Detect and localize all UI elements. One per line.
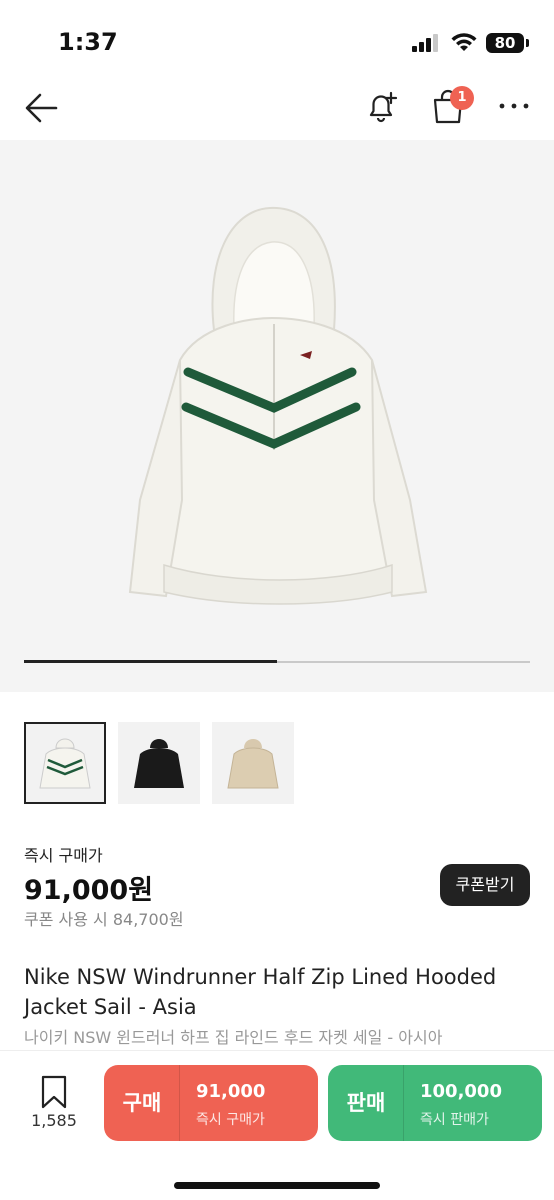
product-title-korean: 나이키 NSW 윈드러너 하프 집 라인드 후드 자켓 세일 - 아시아 bbox=[24, 1028, 443, 1047]
thumbnail-sail[interactable] bbox=[24, 722, 106, 804]
product-jacket-image bbox=[128, 206, 428, 605]
get-coupon-button[interactable]: 쿠폰받기 bbox=[440, 864, 530, 906]
thumbnail-sail-image bbox=[39, 738, 91, 789]
sell-divider bbox=[403, 1065, 404, 1141]
top-nav: 1 bbox=[0, 80, 554, 138]
more-options-icon[interactable] bbox=[494, 94, 534, 118]
sell-subtitle: 즉시 판매가 bbox=[420, 1112, 489, 1128]
gallery-progress-bar bbox=[24, 660, 530, 663]
wishlist-button[interactable]: 1,585 bbox=[22, 1075, 86, 1130]
buy-divider bbox=[179, 1065, 180, 1141]
wishlist-count: 1,585 bbox=[31, 1111, 77, 1130]
wifi-icon bbox=[451, 33, 477, 51]
buy-subtitle: 즉시 구매가 bbox=[196, 1112, 265, 1128]
bell-add-icon[interactable] bbox=[364, 86, 402, 126]
sell-amount: 100,000 bbox=[420, 1081, 502, 1102]
buy-tag: 구매 bbox=[122, 1091, 162, 1115]
buy-button[interactable]: 구매 91,000 즉시 구매가 bbox=[104, 1065, 318, 1141]
bottom-action-bar: 1,585 구매 91,000 즉시 구매가 판매 100,000 즉시 판매가 bbox=[0, 1050, 554, 1200]
status-time: 1:37 bbox=[58, 28, 118, 56]
sell-button[interactable]: 판매 100,000 즉시 판매가 bbox=[328, 1065, 542, 1141]
battery-indicator: 80 bbox=[486, 33, 529, 53]
thumbnail-khaki[interactable] bbox=[212, 722, 294, 804]
back-arrow-icon[interactable] bbox=[22, 88, 62, 128]
gallery-progress-fill bbox=[24, 660, 277, 663]
instant-buy-price: 91,000원 bbox=[24, 875, 154, 906]
status-bar: 1:37 80 bbox=[0, 0, 554, 80]
product-image-gallery[interactable] bbox=[0, 140, 554, 692]
bookmark-icon bbox=[41, 1075, 67, 1109]
coupon-price-text: 쿠폰 사용 시 84,700원 bbox=[24, 910, 184, 929]
instant-buy-price-label: 즉시 구매가 bbox=[24, 846, 103, 865]
home-indicator bbox=[174, 1182, 380, 1189]
product-title-english: Nike NSW Windrunner Half Zip Lined Hoode… bbox=[24, 965, 497, 1019]
signal-icon bbox=[412, 34, 438, 52]
cart-count-badge: 1 bbox=[450, 86, 474, 110]
buy-amount: 91,000 bbox=[196, 1081, 266, 1102]
thumbnail-khaki-image bbox=[227, 739, 279, 789]
thumbnail-strip bbox=[24, 722, 294, 806]
thumbnail-black-image bbox=[134, 739, 184, 788]
sell-tag: 판매 bbox=[346, 1091, 386, 1115]
thumbnail-black[interactable] bbox=[118, 722, 200, 804]
